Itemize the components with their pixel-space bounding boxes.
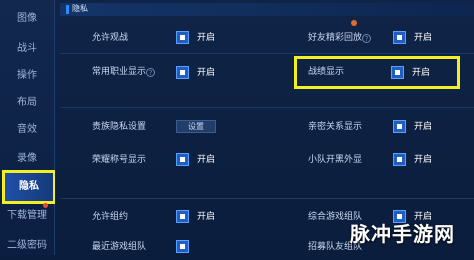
- help-icon[interactable]: ?: [362, 34, 371, 43]
- section-header: [60, 3, 474, 16]
- row-divider: [60, 107, 474, 108]
- sidebar-item-image[interactable]: 图像: [0, 5, 54, 33]
- recent-team-label: 最近游戏组队: [92, 242, 147, 252]
- sidebar-item-battle[interactable]: 战斗: [0, 35, 54, 63]
- common-role-toggle[interactable]: [176, 66, 189, 79]
- row-divider: [60, 53, 474, 54]
- friend-replay-label: 好友精彩回放: [308, 33, 363, 43]
- sidebar-item-operation[interactable]: 操作: [0, 62, 54, 90]
- sidebar-item-sound[interactable]: 音效: [0, 116, 54, 144]
- toggle-state-text: 开启: [414, 155, 433, 165]
- allow-invite-label: 允许组约: [92, 212, 129, 222]
- toggle-state-text: 开启: [197, 155, 216, 165]
- noble-privacy-label: 贵族隐私设置: [92, 122, 147, 132]
- sidebar-item-layout[interactable]: 布局: [0, 89, 54, 117]
- watermark: 脉冲手游网: [350, 222, 455, 246]
- honor-title-toggle[interactable]: [176, 153, 189, 166]
- toggle-state-text: 开启: [197, 33, 216, 43]
- allow-invite-toggle[interactable]: [176, 210, 189, 223]
- toggle-state-text: 开启: [414, 122, 433, 132]
- team-appearance-toggle[interactable]: [393, 153, 406, 166]
- toggle-state-text: 开启: [197, 212, 216, 222]
- friend-replay-toggle[interactable]: [393, 31, 406, 44]
- new-badge-dot: [351, 20, 357, 26]
- highlight-box: [294, 56, 460, 89]
- help-icon[interactable]: ?: [146, 68, 155, 77]
- row-divider: [60, 198, 474, 199]
- intimate-relation-toggle[interactable]: [393, 120, 406, 133]
- intimate-relation-label: 亲密关系显示: [308, 122, 363, 132]
- allow-spectate-label: 允许观战: [92, 33, 129, 43]
- sidebar-item-password[interactable]: 二级密码: [0, 232, 54, 260]
- section-accent-bar: [66, 5, 69, 14]
- toggle-state-text: 开启: [414, 33, 433, 43]
- sidebar-item-replay[interactable]: 录像: [0, 145, 54, 173]
- team-appearance-label: 小队开黑外显: [308, 155, 363, 165]
- sidebar: 图像 战斗 操作 布局 音效 录像 隐私 下载管理 二级密码: [0, 0, 56, 255]
- noble-privacy-settings-button[interactable]: 设置: [176, 120, 216, 133]
- section-title: 隐私: [72, 4, 88, 13]
- honor-title-label: 荣耀称号显示: [92, 155, 147, 165]
- recent-team-toggle[interactable]: [176, 240, 189, 253]
- notification-dot: [43, 203, 48, 208]
- sidebar-item-privacy[interactable]: 隐私: [2, 170, 56, 204]
- toggle-state-text: 开启: [197, 68, 216, 78]
- allow-spectate-toggle[interactable]: [176, 31, 189, 44]
- common-role-label: 常用职业显示: [92, 67, 147, 77]
